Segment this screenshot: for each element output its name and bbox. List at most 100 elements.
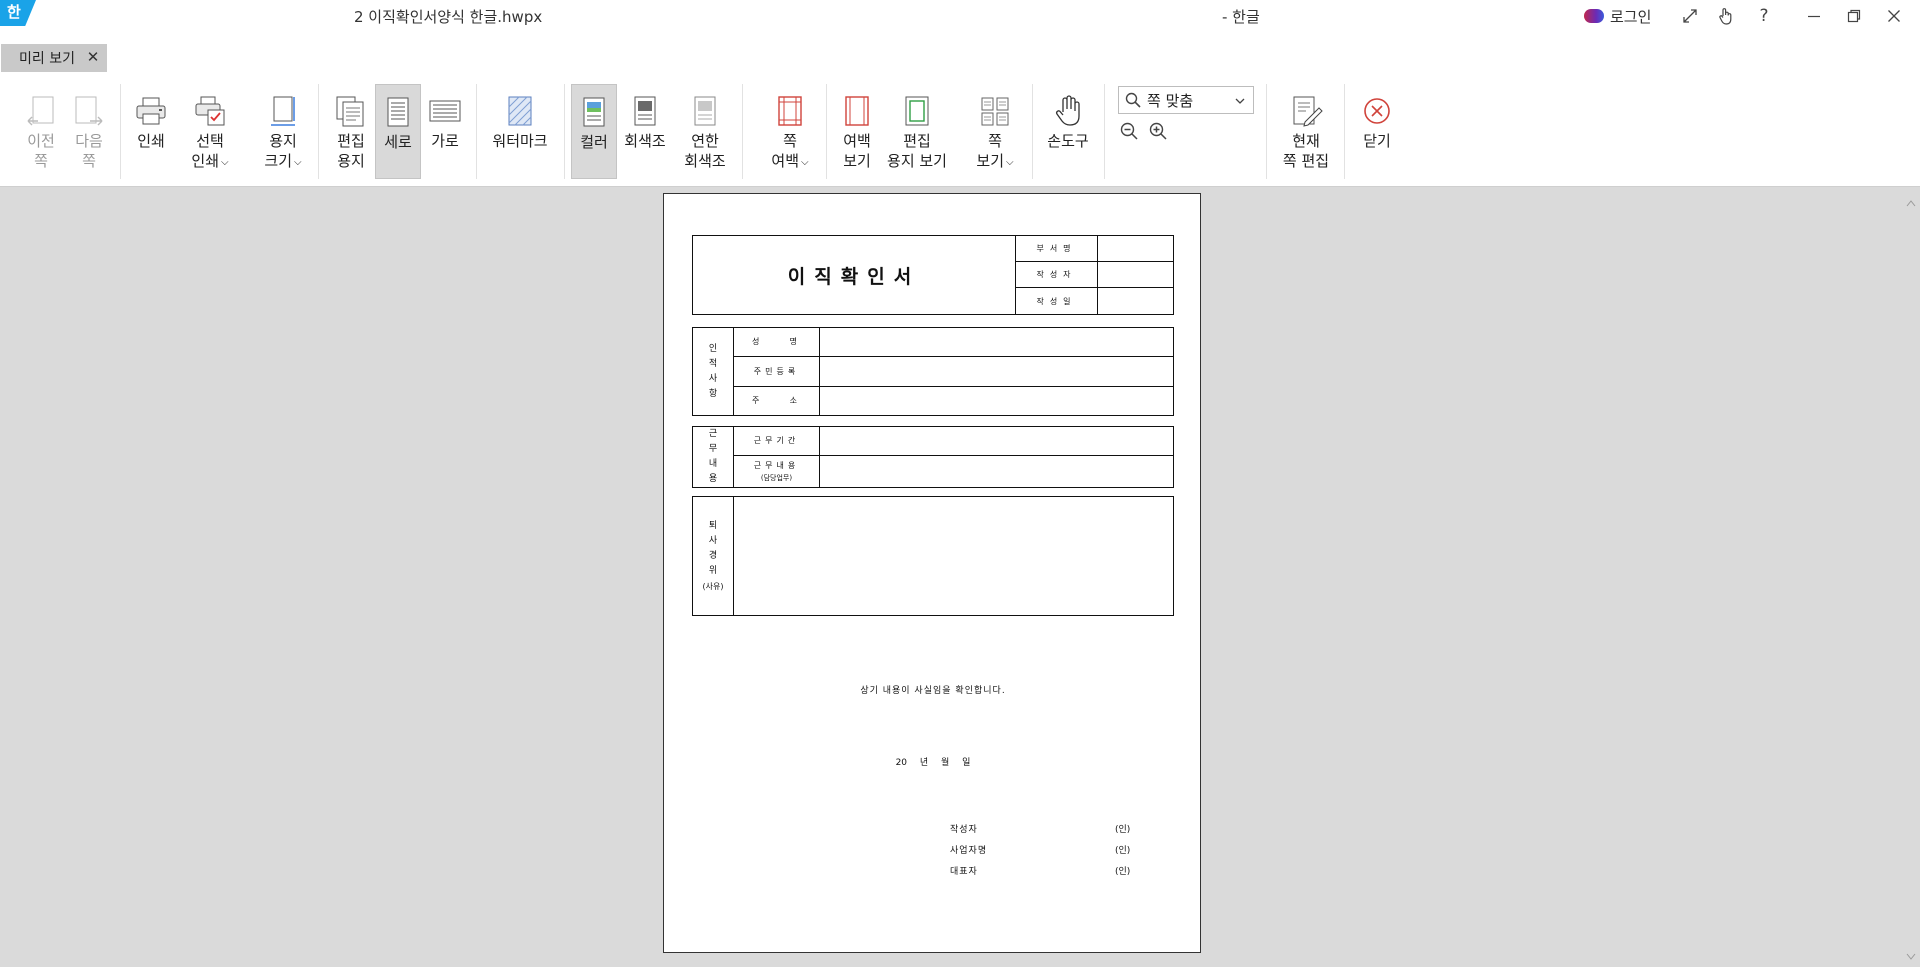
watermark-button[interactable]: 워터마크 [488, 84, 552, 179]
ribbon-separator [1032, 84, 1033, 179]
chevron-down-icon: ⌵ [221, 157, 229, 168]
work-info-table: 근 무 내 용 근무기간 근무내용 (담당업무) [692, 426, 1174, 488]
approval-table: 부서명 작성자 작성일 [1016, 236, 1173, 314]
edit-paper-icon [334, 91, 368, 131]
close-window-icon[interactable] [1880, 2, 1908, 30]
personal-info-section-label: 인 적 사 항 [693, 328, 734, 415]
page-margin-icon [773, 91, 807, 131]
grayscale-icon [628, 91, 662, 131]
scroll-up-icon[interactable] [1906, 192, 1916, 211]
ribbon-separator [318, 84, 319, 179]
table-row: 주민등록 [734, 357, 1173, 387]
ribbon-separator [120, 84, 121, 179]
document-title-text: 이직확인서 [693, 236, 1016, 314]
prev-page-icon [24, 91, 58, 131]
paper-size-icon [266, 91, 300, 131]
confirmation-text: 상기 내용이 사실임을 확인합니다. [860, 686, 1006, 696]
table-row: 근무기간 [734, 427, 1173, 456]
document-title: 2 이직확인서양식 한글.hwpx [354, 8, 543, 26]
minimize-icon[interactable] [1800, 2, 1828, 30]
chevron-down-icon: ⌵ [801, 157, 809, 168]
seal-mark: (인) [1115, 825, 1131, 835]
approval-row: 작성일 [1016, 288, 1173, 314]
prev-page-button[interactable]: 이전 쪽 [20, 84, 62, 179]
watermark-icon [503, 91, 537, 131]
close-preview-button[interactable]: 닫기 [1354, 84, 1400, 179]
signature-label-representative: 대표자 [950, 867, 978, 877]
ribbon-separator [476, 84, 477, 179]
next-page-button[interactable]: 다음 쪽 [68, 84, 110, 179]
page-view-button[interactable]: 쪽 보기 ⌵ [968, 84, 1022, 179]
ribbon-separator [1344, 84, 1345, 179]
help-icon[interactable]: ? [1750, 2, 1778, 30]
select-print-button[interactable]: 선택 인쇄 ⌵ [184, 84, 236, 179]
personal-info-table: 인 적 사 항 성 명 주민등록 주 소 [692, 327, 1174, 416]
ribbon-separator [564, 84, 565, 179]
vertical-scrollbar[interactable] [1902, 188, 1920, 967]
hand-tool-button[interactable]: 손도구 [1042, 84, 1094, 179]
app-name: - 한글 [1222, 8, 1260, 26]
zoom-in-icon[interactable] [1147, 120, 1169, 142]
zoom-value: 쪽 맞춤 [1147, 91, 1194, 110]
edit-page-icon [1289, 91, 1323, 131]
resignation-reason-table: 퇴 사 경 위 (사유) [692, 496, 1174, 616]
landscape-button[interactable]: 가로 [422, 84, 468, 179]
touch-icon[interactable] [1712, 2, 1740, 30]
search-icon [1125, 92, 1141, 108]
next-page-icon [72, 91, 106, 131]
chevron-down-icon: ⌵ [1006, 157, 1014, 168]
paper-size-button[interactable]: 용지 크기 ⌵ [258, 84, 308, 179]
account-icon [1584, 9, 1604, 23]
landscape-icon [428, 91, 462, 131]
document-header-table: 이직확인서 부서명 작성자 작성일 [692, 235, 1174, 315]
work-info-section-label: 근 무 내 용 [693, 427, 734, 487]
reason-section-label: 퇴 사 경 위 (사유) [693, 497, 734, 615]
edit-paper-view-button[interactable]: 편집 용지 보기 [884, 84, 950, 179]
scroll-down-icon[interactable] [1906, 946, 1916, 965]
hangul-logo-icon[interactable]: 한 [0, 0, 36, 26]
tab-row: 미리 보기 ✕ [0, 32, 1920, 84]
print-button[interactable]: 인쇄 [130, 84, 172, 179]
approval-row: 작성자 [1016, 262, 1173, 288]
zoom-out-icon[interactable] [1118, 120, 1140, 142]
restore-icon[interactable] [1840, 2, 1868, 30]
portrait-button[interactable]: 세로 [375, 84, 421, 179]
edit-paper-view-icon [900, 91, 934, 131]
table-row: 주 소 [734, 387, 1173, 415]
seal-mark: (인) [1115, 867, 1131, 877]
zoom-select[interactable]: 쪽 맞춤 [1118, 86, 1254, 114]
color-button[interactable]: 컬러 [571, 84, 617, 179]
margin-view-button[interactable]: 여백 보기 [834, 84, 880, 179]
login-label: 로그인 [1610, 7, 1652, 26]
approval-row: 부서명 [1016, 236, 1173, 262]
close-circle-icon [1362, 91, 1392, 131]
table-row: 근무내용 (담당업무) [734, 456, 1173, 487]
expand-icon[interactable] [1676, 2, 1704, 30]
ribbon-separator [826, 84, 827, 179]
light-grayscale-button[interactable]: 연한 회색조 [678, 84, 732, 179]
seal-mark: (인) [1115, 846, 1131, 856]
login-button[interactable]: 로그인 [1584, 5, 1651, 27]
document-page[interactable]: 이직확인서 부서명 작성자 작성일 인 적 사 항 성 명 주민등록 주 소 근 [663, 193, 1201, 953]
ribbon-separator [1104, 84, 1105, 179]
tab-close-icon[interactable]: ✕ [85, 48, 101, 66]
printer-icon [134, 91, 168, 131]
hand-tool-icon [1051, 91, 1085, 131]
date-line: 20 년 월 일 [895, 758, 971, 768]
light-grayscale-icon [688, 91, 722, 131]
ribbon-separator [1266, 84, 1267, 179]
tab-preview-label: 미리 보기 [19, 51, 75, 67]
portrait-icon [381, 92, 415, 132]
margin-view-icon [840, 91, 874, 131]
page-margin-button[interactable]: 쪽 여백 ⌵ [762, 84, 818, 179]
edit-current-page-button[interactable]: 현재 쪽 편집 [1278, 84, 1334, 179]
grayscale-button[interactable]: 회색조 [620, 84, 670, 179]
ribbon-separator [742, 84, 743, 179]
signature-label-writer: 작성자 [950, 825, 978, 835]
title-bar: 한 2 이직확인서양식 한글.hwpx - 한글 로그인 ? [0, 0, 1920, 32]
tab-preview[interactable]: 미리 보기 ✕ [1, 44, 107, 72]
edit-paper-button[interactable]: 편집 용지 [328, 84, 374, 179]
signature-label-business: 사업자명 [950, 846, 988, 856]
table-row: 성 명 [734, 328, 1173, 357]
page-view-icon [978, 91, 1012, 131]
